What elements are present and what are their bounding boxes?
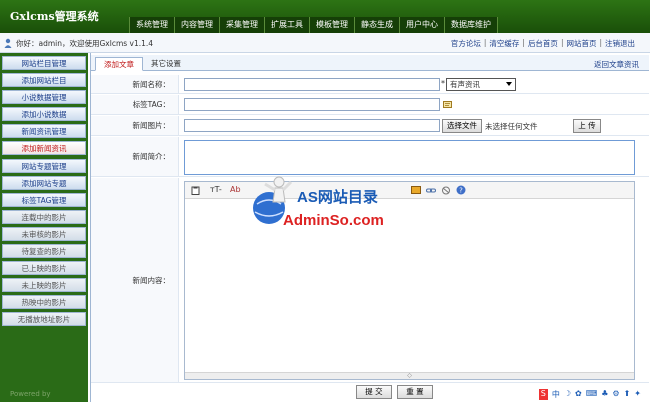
user-icon	[4, 38, 12, 48]
title-label: 新闻名称：	[91, 75, 179, 93]
font-size-icon[interactable]: тT-	[210, 185, 222, 194]
sidebar-item-special-manage[interactable]: 网站专题管理	[2, 158, 86, 173]
upload-button[interactable]: 上 传	[573, 119, 601, 133]
tag-label: 标签TAG：	[91, 95, 179, 114]
sidebar-item-released[interactable]: 已上映的影片	[2, 261, 86, 276]
tag-icon[interactable]	[443, 101, 452, 108]
title-input[interactable]	[184, 78, 440, 91]
punctuation-icon[interactable]: ✿	[575, 389, 582, 400]
link-clear-cache[interactable]: 清空缓存	[486, 38, 522, 49]
image-insert-icon[interactable]	[411, 186, 421, 194]
watermark-logo: AS网站目录 AdminSo.com	[249, 166, 409, 236]
sidebar-item-news-manage[interactable]: 新闻资讯管理	[2, 124, 86, 139]
back-to-news-link[interactable]: 返回文章资讯	[594, 59, 639, 70]
tab-other-settings[interactable]: 其它设置	[143, 57, 189, 71]
reset-button[interactable]: 重 置	[397, 385, 433, 399]
submit-button[interactable]: 提 交	[356, 385, 392, 399]
settings-icon[interactable]: ⚙	[612, 389, 619, 400]
link-icon[interactable]	[426, 186, 436, 195]
main-panel: 添加文章 其它设置 返回文章资讯 新闻名称： * 有声资讯 标签TAG： 新闻图…	[90, 53, 650, 402]
topnav-users[interactable]: 用户中心	[400, 17, 445, 33]
unlink-icon[interactable]	[441, 186, 451, 195]
paste-icon[interactable]	[191, 186, 200, 195]
topnav-templates[interactable]: 模板管理	[310, 17, 355, 33]
sidebar-item-add-special[interactable]: 添加网站专题	[2, 175, 86, 190]
tab-add-article[interactable]: 添加文章	[95, 57, 143, 71]
ime-lang-icon[interactable]: 中	[552, 389, 560, 400]
user-upload-icon[interactable]: ⬆	[624, 389, 631, 400]
row-tag: 标签TAG：	[91, 95, 649, 115]
category-selected: 有声资讯	[450, 80, 480, 89]
moon-icon[interactable]: ☽	[564, 389, 571, 400]
sidebar-item-showing[interactable]: 热映中的影片	[2, 295, 86, 310]
choose-file-button[interactable]: 选择文件	[442, 119, 482, 133]
required-mark: *	[441, 79, 445, 88]
topnav-static[interactable]: 静态生成	[355, 17, 400, 33]
watermark-site: AdminSo.com	[283, 212, 384, 229]
sidebar-item-add-news[interactable]: 添加新闻资讯	[2, 141, 86, 156]
powered-by: Powered by	[10, 390, 51, 398]
link-forum[interactable]: 官方论坛	[448, 38, 484, 49]
sidebar-item-tag-manage[interactable]: 标签TAG管理	[2, 192, 86, 207]
link-site-home[interactable]: 网站首页	[563, 38, 599, 49]
summary-label: 新闻简介：	[91, 137, 179, 176]
chevron-down-icon	[506, 82, 512, 86]
keyboard-icon[interactable]: ⌨	[586, 389, 598, 400]
image-label: 新闻图片：	[91, 116, 179, 135]
link-admin-home[interactable]: 后台首页	[525, 38, 561, 49]
font-style-icon[interactable]: Ab	[230, 185, 241, 194]
sidebar: 网站栏目管理 添加网站栏目 小说数据管理 添加小说数据 新闻资讯管理 添加新闻资…	[0, 53, 88, 402]
topnav-content[interactable]: 内容管理	[175, 17, 220, 33]
sidebar-item-serializing[interactable]: 连载中的影片	[2, 209, 86, 224]
topnav-database[interactable]: 数据库维护	[445, 17, 498, 33]
svg-text:?: ?	[459, 187, 463, 195]
ime-toolbar: S 中 ☽ ✿ ⌨ ♣ ⚙ ⬆ ✦	[538, 389, 641, 400]
row-title: 新闻名称： * 有声资讯	[91, 75, 649, 94]
top-header: Gxlcms管理系统 系统管理 内容管理 采集管理 扩展工具 模板管理 静态生成…	[0, 0, 650, 33]
top-links: 官方论坛 | 清空缓存 | 后台首页 | 网站首页 | 注销退出	[448, 38, 638, 49]
help-icon[interactable]: ?	[456, 185, 466, 195]
sidebar-item-novel-manage[interactable]: 小说数据管理	[2, 90, 86, 105]
sogou-icon[interactable]: S	[538, 389, 548, 400]
file-status: 未选择任何文件	[485, 122, 538, 131]
welcome-text: 你好：admin，欢迎使用Gxlcms v1.1.4	[16, 39, 154, 48]
tab-bar: 添加文章 其它设置 返回文章资讯	[91, 55, 649, 71]
tools-icon[interactable]: ✦	[634, 389, 641, 400]
sidebar-item-category-manage[interactable]: 网站栏目管理	[2, 56, 86, 70]
action-bar: 提 交 重 置 S 中 ☽ ✿ ⌨ ♣ ⚙ ⬆ ✦	[91, 383, 649, 402]
sidebar-item-unreviewed[interactable]: 未审核的影片	[2, 226, 86, 241]
sidebar-item-add-novel[interactable]: 添加小说数据	[2, 107, 86, 122]
skin-icon[interactable]: ♣	[601, 389, 608, 400]
topnav-system[interactable]: 系统管理	[129, 17, 175, 33]
top-nav: 系统管理 内容管理 采集管理 扩展工具 模板管理 静态生成 用户中心 数据库维护	[129, 17, 498, 33]
watermark-title: AS网站目录	[297, 189, 378, 206]
sidebar-item-unreleased[interactable]: 未上映的影片	[2, 278, 86, 293]
link-logout[interactable]: 注销退出	[602, 38, 638, 49]
info-bar: 你好：admin，欢迎使用Gxlcms v1.1.4 官方论坛 | 清空缓存 | 后…	[0, 33, 650, 53]
row-image: 新闻图片： 选择文件 未选择任何文件 上 传	[91, 116, 649, 136]
category-select[interactable]: 有声资讯	[446, 78, 516, 91]
sidebar-item-add-category[interactable]: 添加网站栏目	[2, 73, 86, 88]
tag-input[interactable]	[184, 98, 440, 111]
app-logo: Gxlcms管理系统	[10, 10, 99, 23]
topnav-tools[interactable]: 扩展工具	[265, 17, 310, 33]
topnav-collect[interactable]: 采集管理	[220, 17, 265, 33]
content-label: 新闻内容：	[91, 178, 179, 382]
sidebar-menu: 网站栏目管理 添加网站栏目 小说数据管理 添加小说数据 新闻资讯管理 添加新闻资…	[2, 56, 86, 330]
image-url-input[interactable]	[184, 119, 440, 132]
sidebar-item-recheck[interactable]: 待复查的影片	[2, 244, 86, 259]
editor-resize-handle[interactable]: ◇	[185, 372, 634, 379]
sidebar-item-no-play-url[interactable]: 无播放地址影片	[2, 312, 86, 327]
